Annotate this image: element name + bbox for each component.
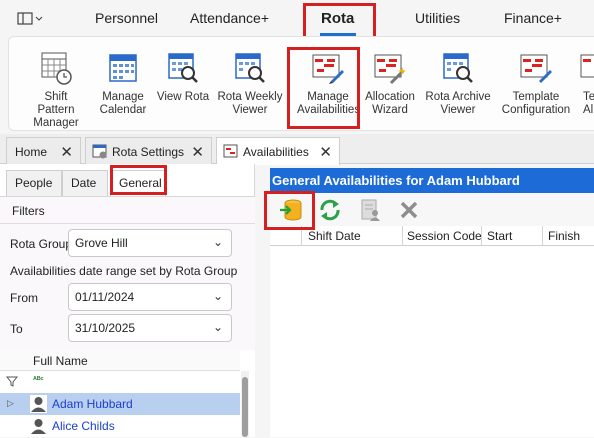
manage-calendar-label: Manage Calendar bbox=[99, 91, 147, 116]
rota-weekly-viewer-label: Rota Weekly Viewer bbox=[217, 91, 283, 116]
from-label: From bbox=[10, 291, 38, 305]
weekly-viewer-icon bbox=[233, 51, 267, 85]
ribbon-toolbar: Shift Pattern Manager Manage Calendar Vi… bbox=[8, 36, 594, 131]
person-name: Alice Childs bbox=[52, 419, 115, 433]
col-finish[interactable]: Finish bbox=[548, 229, 580, 243]
row-expand-icon[interactable]: ▷ bbox=[7, 398, 14, 409]
scrollbar-thumb[interactable] bbox=[242, 377, 248, 437]
availabilities-grid-body bbox=[270, 246, 594, 437]
chevron-down-icon: ⌄ bbox=[212, 235, 223, 249]
filter-icon[interactable] bbox=[5, 376, 19, 390]
to-date-input[interactable]: 31/10/2025 ⌄ bbox=[68, 314, 232, 342]
full-name-header[interactable]: Full Name bbox=[33, 354, 88, 368]
column-separator bbox=[542, 226, 543, 246]
chevron-down-icon: ⌄ bbox=[212, 320, 223, 334]
availabilities-icon bbox=[311, 51, 345, 85]
person-icon bbox=[30, 395, 47, 413]
allocation-wizard-button[interactable]: Allocation Wizard bbox=[351, 45, 429, 129]
to-date-value: 31/10/2025 bbox=[75, 321, 136, 335]
table-row[interactable]: Alice Childs bbox=[0, 415, 240, 437]
rota-group-label: Rota Group bbox=[10, 237, 73, 251]
column-separator bbox=[481, 226, 482, 246]
menu-attendance[interactable]: Attendance+ bbox=[190, 10, 269, 26]
col-session-code[interactable]: Session Code bbox=[407, 229, 482, 243]
column-separator bbox=[402, 226, 403, 246]
sub-tab-people[interactable]: People bbox=[6, 170, 62, 196]
menu-personnel[interactable]: Personnel bbox=[95, 10, 158, 26]
menu-utilities[interactable]: Utilities bbox=[415, 10, 460, 26]
abc-filter-icon[interactable]: ᴬᴮᶜ bbox=[33, 375, 44, 384]
filters-section: Filters Rota Group Grove Hill ⌄ Availabi… bbox=[0, 196, 255, 350]
close-icon[interactable]: ✕ bbox=[319, 143, 332, 161]
menu-rota[interactable]: Rota bbox=[321, 10, 354, 27]
availabilities-panel: General Availabilities for Adam Hubbard … bbox=[270, 168, 594, 437]
to-label: To bbox=[10, 322, 23, 336]
panel-toggle-icon[interactable] bbox=[17, 11, 43, 27]
import-icon[interactable] bbox=[279, 198, 303, 222]
sub-tab-general[interactable]: General bbox=[110, 170, 166, 196]
calendar-icon bbox=[106, 51, 140, 85]
rota-weekly-viewer-button[interactable]: Rota Weekly Viewer bbox=[211, 45, 289, 129]
view-rota-icon bbox=[166, 51, 200, 85]
rota-group-select[interactable]: Grove Hill ⌄ bbox=[68, 229, 232, 257]
grid-header: Full Name bbox=[0, 350, 240, 371]
availabilities-toolbar bbox=[270, 193, 594, 226]
wizard-icon bbox=[373, 51, 407, 85]
filters-title: Filters bbox=[12, 204, 45, 218]
from-date-value: 01/11/2024 bbox=[75, 290, 135, 304]
report-icon[interactable] bbox=[358, 198, 382, 222]
delete-icon[interactable] bbox=[397, 198, 421, 222]
column-separator bbox=[301, 226, 302, 246]
range-note: Availabilities date range set by Rota Gr… bbox=[10, 264, 238, 278]
availabilities-tab-icon bbox=[223, 144, 239, 162]
menu-finance[interactable]: Finance+ bbox=[504, 10, 562, 26]
people-grid: Full Name ᴬᴮᶜ ▷ Adam Hubbard Alice Child… bbox=[0, 350, 255, 437]
availabilities-grid-header: Shift Date Session Code Start Finish bbox=[270, 226, 594, 246]
from-date-input[interactable]: 01/11/2024 ⌄ bbox=[68, 283, 232, 311]
divider bbox=[0, 223, 255, 224]
person-name: Adam Hubbard bbox=[52, 397, 133, 411]
sub-tab-date[interactable]: Date bbox=[62, 170, 108, 196]
col-shift-date[interactable]: Shift Date bbox=[308, 229, 361, 243]
template-allocation-label: Te Allo bbox=[583, 91, 594, 116]
rota-settings-icon bbox=[92, 144, 108, 162]
tab-availabilities-label: Availabilities bbox=[243, 145, 309, 159]
rota-archive-viewer-button[interactable]: Rota Archive Viewer bbox=[419, 45, 497, 129]
close-icon[interactable]: ✕ bbox=[60, 143, 73, 161]
tab-home-label: Home bbox=[15, 145, 48, 159]
document-tab-bar: Home ✕ Rota Settings ✕ Availabilities ✕ bbox=[0, 134, 594, 165]
tab-rota-settings-label: Rota Settings bbox=[112, 145, 185, 159]
tab-rota-settings[interactable]: Rota Settings ✕ bbox=[85, 137, 212, 164]
panel-title: General Availabilities for Adam Hubbard bbox=[270, 168, 594, 193]
chevron-down-icon: ⌄ bbox=[212, 289, 223, 303]
close-icon[interactable]: ✕ bbox=[191, 143, 204, 161]
table-row-selected[interactable]: ▷ Adam Hubbard bbox=[0, 393, 240, 415]
col-start[interactable]: Start bbox=[487, 229, 512, 243]
top-menu-bar: Personnel Attendance+ Rota Utilities Fin… bbox=[0, 0, 594, 36]
rota-archive-viewer-label: Rota Archive Viewer bbox=[425, 91, 491, 116]
template-allocation-icon bbox=[579, 51, 594, 85]
shift-pattern-icon bbox=[39, 51, 73, 85]
tab-home[interactable]: Home ✕ bbox=[6, 137, 81, 164]
template-configuration-button[interactable]: Template Configuration bbox=[497, 45, 575, 129]
rota-group-value: Grove Hill bbox=[75, 236, 128, 250]
archive-icon bbox=[441, 51, 475, 85]
tab-availabilities[interactable]: Availabilities ✕ bbox=[216, 137, 340, 165]
template-allocation-button[interactable]: Te Allo bbox=[575, 45, 594, 129]
manage-availabilities-label: Manage Availabilities bbox=[297, 91, 361, 116]
vertical-scrollbar[interactable] bbox=[241, 371, 249, 437]
person-icon bbox=[30, 417, 47, 438]
template-icon bbox=[519, 51, 553, 85]
template-configuration-label: Template Configuration bbox=[501, 91, 571, 116]
allocation-wizard-label: Allocation Wizard bbox=[365, 91, 415, 116]
filter-row: ᴬᴮᶜ bbox=[0, 371, 240, 393]
refresh-icon[interactable] bbox=[318, 198, 342, 222]
left-filter-panel: People Date General Filters Rota Group G… bbox=[0, 164, 255, 437]
shift-pattern-label: Shift Pattern Manager bbox=[33, 91, 79, 129]
